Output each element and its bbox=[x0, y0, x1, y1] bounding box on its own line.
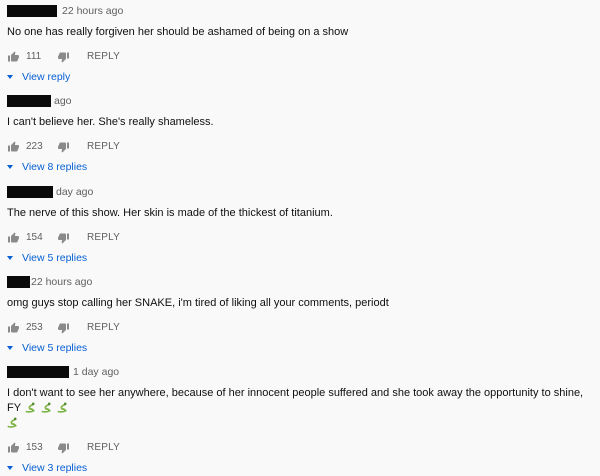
comment-meta: 22 hours ago bbox=[7, 5, 597, 18]
view-replies-button[interactable]: View 5 replies bbox=[7, 252, 597, 266]
comment: ago I can't believe her. She's really sh… bbox=[7, 95, 597, 175]
comment: 1 day ago I don't want to see her anywhe… bbox=[7, 366, 597, 476]
view-replies-button[interactable]: View 5 replies bbox=[7, 342, 597, 356]
like-count: 111 bbox=[26, 51, 42, 62]
comment-meta: day ago bbox=[7, 186, 597, 199]
thumbs-up-icon[interactable] bbox=[7, 442, 20, 454]
like-count: 153 bbox=[26, 442, 43, 453]
thumbs-down-icon[interactable] bbox=[57, 141, 70, 153]
comment-text: omg guys stop calling her SNAKE, i'm tir… bbox=[7, 297, 389, 309]
comment-timestamp[interactable]: 1 day ago bbox=[73, 366, 119, 378]
thumbs-up-icon[interactable] bbox=[7, 51, 20, 63]
comment-actions: 253 REPLY bbox=[7, 320, 597, 336]
comment: 22 hours ago No one has really forgiven … bbox=[7, 5, 597, 85]
comment: day ago The nerve of this show. Her skin… bbox=[7, 186, 597, 266]
comment-timestamp[interactable]: 22 hours ago bbox=[62, 5, 123, 17]
comment-text: No one has really forgiven her should be… bbox=[7, 26, 349, 38]
thumbs-up-icon[interactable] bbox=[7, 232, 20, 244]
thumbs-up-icon[interactable] bbox=[7, 141, 20, 153]
comment-text-body: I don't want to see her anywhere, becaus… bbox=[7, 387, 584, 414]
thumbs-down-icon[interactable] bbox=[57, 442, 70, 454]
comment: 22 hours ago omg guys stop calling her S… bbox=[7, 276, 597, 356]
chevron-down-icon bbox=[7, 256, 13, 260]
snake-icon bbox=[7, 417, 18, 428]
chevron-down-icon bbox=[7, 75, 13, 79]
redacted-username bbox=[7, 5, 57, 17]
snake-icon bbox=[41, 402, 52, 413]
thumbs-down-icon[interactable] bbox=[57, 51, 70, 63]
redacted-username bbox=[7, 186, 53, 198]
comment-meta: 22 hours ago bbox=[7, 276, 597, 289]
comment-meta: ago bbox=[7, 95, 597, 108]
reply-button[interactable]: REPLY bbox=[87, 322, 120, 334]
comment-actions: 154 REPLY bbox=[7, 230, 597, 246]
like-count: 253 bbox=[26, 322, 43, 333]
comment-text: I don't want to see her anywhere, becaus… bbox=[7, 386, 597, 431]
thumbs-down-icon[interactable] bbox=[57, 322, 70, 334]
thumbs-up-icon[interactable] bbox=[7, 322, 20, 334]
like-count: 223 bbox=[26, 141, 43, 152]
snake-icon bbox=[25, 402, 36, 413]
view-replies-button[interactable]: View 8 replies bbox=[7, 161, 597, 175]
snake-icon bbox=[57, 402, 68, 413]
chevron-down-icon bbox=[7, 165, 13, 169]
view-replies-label: View 8 replies bbox=[22, 161, 88, 173]
comment-actions: 223 REPLY bbox=[7, 139, 597, 155]
view-replies-label: View 5 replies bbox=[22, 252, 88, 264]
redacted-username bbox=[7, 366, 69, 378]
redacted-username bbox=[7, 276, 30, 288]
comment-text: The nerve of this show. Her skin is made… bbox=[7, 207, 333, 219]
view-replies-label: View reply bbox=[22, 71, 71, 83]
chevron-down-icon bbox=[7, 466, 13, 470]
view-replies-button[interactable]: View reply bbox=[7, 71, 597, 85]
comment-timestamp[interactable]: ago bbox=[54, 95, 72, 107]
chevron-down-icon bbox=[7, 346, 13, 350]
thumbs-down-icon[interactable] bbox=[57, 232, 70, 244]
reply-button[interactable]: REPLY bbox=[87, 141, 120, 153]
reply-button[interactable]: REPLY bbox=[87, 51, 120, 63]
comment-actions: 153 REPLY bbox=[7, 440, 597, 456]
like-count: 154 bbox=[26, 232, 43, 243]
view-replies-button[interactable]: View 3 replies bbox=[7, 462, 597, 476]
comment-meta: 1 day ago bbox=[7, 366, 597, 379]
reply-button[interactable]: REPLY bbox=[87, 442, 120, 454]
comment-timestamp[interactable]: 22 hours ago bbox=[31, 276, 92, 288]
redacted-username bbox=[7, 95, 51, 107]
view-replies-label: View 5 replies bbox=[22, 342, 88, 354]
comment-timestamp[interactable]: day ago bbox=[56, 186, 93, 198]
comment-text: I can't believe her. She's really shamel… bbox=[7, 116, 214, 128]
reply-button[interactable]: REPLY bbox=[87, 232, 120, 244]
view-replies-label: View 3 replies bbox=[22, 462, 88, 474]
comment-actions: 111 REPLY bbox=[7, 49, 597, 65]
